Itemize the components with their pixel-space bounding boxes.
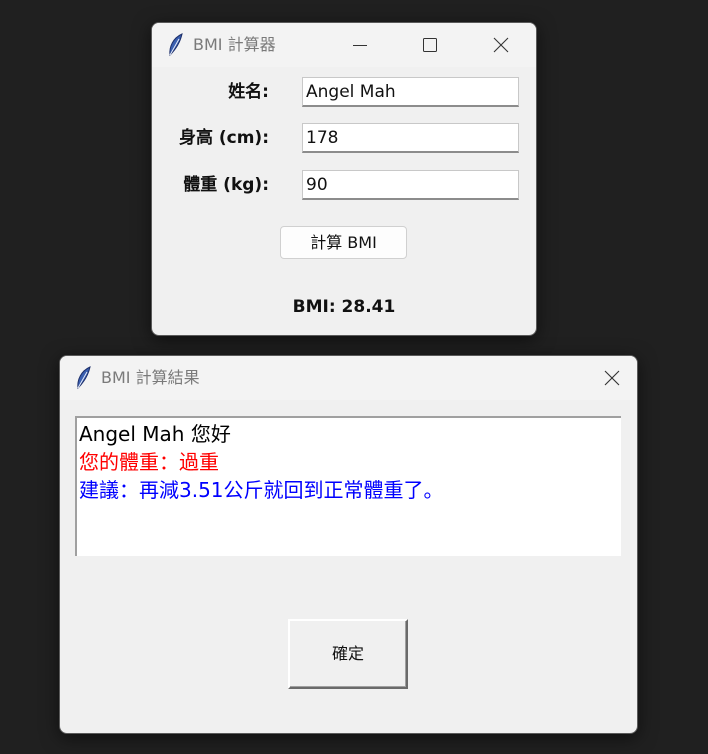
name-label: 姓名:: [228, 82, 269, 102]
minimize-icon: [353, 45, 367, 46]
ok-button[interactable]: 確定: [288, 619, 408, 689]
feather-icon: [75, 366, 93, 390]
maximize-icon: [423, 38, 437, 52]
weight-label: 體重 (kg):: [183, 175, 269, 195]
height-label: 身高 (cm):: [178, 128, 269, 148]
close-icon: [604, 370, 620, 386]
bmi-result-window: BMI 計算結果 Angel Mah 您好 您的體重：過重 建議：再減3.51公…: [59, 355, 638, 734]
weight-input[interactable]: [302, 170, 519, 200]
window-title: BMI 計算結果: [101, 368, 200, 387]
advice-line: 建議：再減3.51公斤就回到正常體重了。: [79, 478, 444, 502]
maximize-button[interactable]: [408, 23, 452, 67]
calculate-bmi-button[interactable]: 計算 BMI: [280, 226, 407, 259]
close-icon: [493, 37, 509, 53]
greeting-line: Angel Mah 您好: [79, 422, 231, 446]
name-input[interactable]: [302, 77, 519, 107]
minimize-button[interactable]: [338, 23, 382, 67]
result-text-area[interactable]: Angel Mah 您好 您的體重：過重 建議：再減3.51公斤就回到正常體重了…: [75, 416, 621, 556]
bmi-calculator-window: BMI 計算器 姓名: 身高 (cm): 體重 (kg): 計算 BMI BMI…: [151, 22, 537, 336]
close-button[interactable]: [479, 23, 523, 67]
feather-icon: [167, 33, 185, 57]
title-bar[interactable]: BMI 計算結果: [60, 356, 637, 400]
bmi-result-label: BMI: 28.41: [292, 297, 396, 317]
title-bar[interactable]: BMI 計算器: [152, 23, 536, 67]
window-title: BMI 計算器: [193, 35, 276, 54]
weight-status-line: 您的體重：過重: [79, 450, 219, 474]
height-input[interactable]: [302, 123, 519, 153]
close-button[interactable]: [590, 356, 634, 400]
